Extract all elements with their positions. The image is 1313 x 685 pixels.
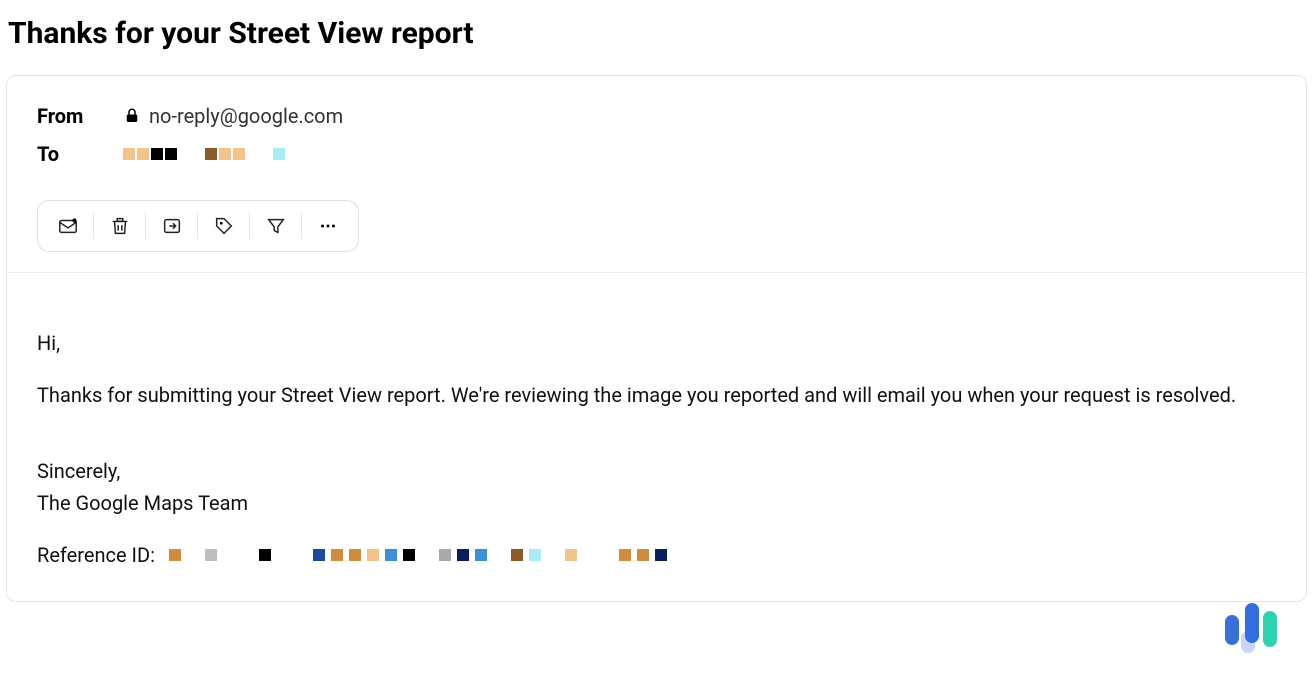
from-label: From (37, 104, 123, 128)
reference-label: Reference ID: (37, 539, 155, 571)
to-redacted (123, 148, 285, 160)
signature: Sincerely, The Google Maps Team (37, 455, 1276, 519)
email-header: From no-reply@google.com To (7, 76, 1306, 273)
sig-line-1: Sincerely, (37, 455, 1276, 487)
to-label: To (37, 142, 123, 166)
trash-icon (109, 215, 131, 237)
from-value: no-reply@google.com (149, 104, 343, 128)
to-row: To (37, 142, 1276, 166)
body-paragraph: Thanks for submitting your Street View r… (37, 379, 1276, 411)
lock-icon (123, 107, 141, 125)
move-to-icon (161, 215, 183, 237)
from-row: From no-reply@google.com (37, 104, 1276, 128)
move-button[interactable] (146, 203, 198, 249)
more-button[interactable] (302, 203, 354, 249)
brand-logo (1221, 597, 1283, 655)
more-icon (317, 215, 339, 237)
filter-icon (265, 215, 287, 237)
email-card: From no-reply@google.com To (6, 75, 1307, 602)
page-title: Thanks for your Street View report (0, 0, 1313, 75)
envelope-dot-icon (57, 215, 79, 237)
filter-button[interactable] (250, 203, 302, 249)
tag-button[interactable] (198, 203, 250, 249)
tag-icon (213, 215, 235, 237)
sig-line-2: The Google Maps Team (37, 487, 1276, 519)
email-toolbar (37, 200, 359, 252)
delete-button[interactable] (94, 203, 146, 249)
email-body: Hi, Thanks for submitting your Street Vi… (7, 273, 1306, 601)
greeting: Hi, (37, 327, 1276, 359)
reference-redacted (169, 549, 667, 561)
reference-line: Reference ID: (37, 539, 1276, 571)
mark-unread-button[interactable] (42, 203, 94, 249)
